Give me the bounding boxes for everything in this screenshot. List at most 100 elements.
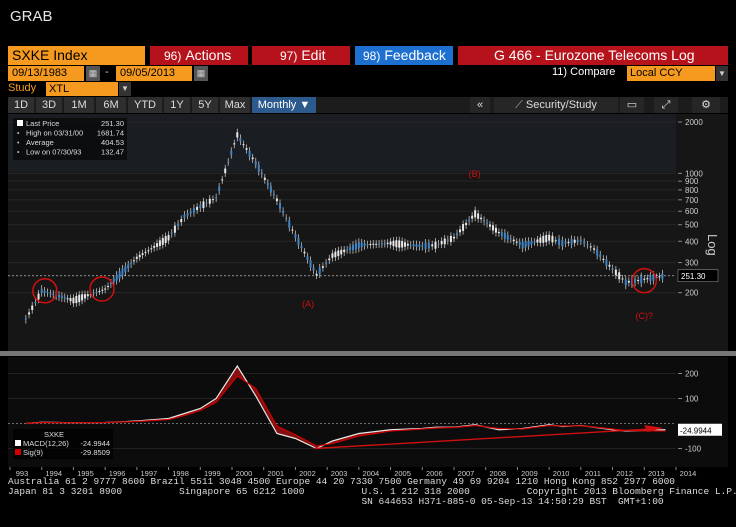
price-candle — [576, 240, 579, 242]
macd-panel: 200 100 -100 SXKE MACD(12,26) -24.9944 Sig(9) -… — [8, 357, 728, 467]
price-candle — [380, 243, 383, 245]
price-chart: 20001000900800700600500400300200LogLast … — [8, 114, 720, 351]
range-5y[interactable]: 5Y — [192, 97, 218, 113]
collapse-button[interactable]: « — [470, 97, 490, 113]
macd-legend-value: -24.9944 — [80, 439, 110, 448]
price-candle — [144, 251, 147, 253]
edit-number: 97) — [280, 49, 298, 63]
currency-select[interactable]: Local CCY — [627, 66, 715, 81]
resize-icon[interactable]: ⤢ — [654, 97, 678, 113]
price-candle — [239, 137, 242, 142]
actions-button[interactable]: 96) Actions — [150, 46, 248, 65]
price-candle — [652, 274, 655, 281]
price-candle — [218, 186, 221, 191]
price-candle — [245, 148, 248, 150]
price-candle — [357, 241, 360, 249]
price-candle — [173, 225, 176, 233]
calendar-icon[interactable]: ▦ — [86, 66, 100, 81]
price-candle — [589, 246, 592, 248]
edit-button[interactable]: 97) Edit — [252, 46, 350, 65]
price-candle — [282, 210, 285, 213]
range-1d[interactable]: 1D — [8, 97, 34, 113]
feedback-label: Feedback — [384, 47, 446, 63]
signal-legend-value: -29.8509 — [80, 448, 110, 457]
price-candle — [257, 164, 260, 172]
panel-divider[interactable] — [0, 351, 736, 356]
legend-last_price-value: 251.30 — [101, 119, 124, 128]
gear-icon[interactable]: ⚙ — [692, 97, 720, 113]
price-candle — [177, 223, 180, 227]
price-candle — [521, 241, 524, 249]
chevron-down-icon[interactable]: ▼ — [119, 82, 131, 96]
range-max[interactable]: Max — [220, 97, 250, 113]
price-candle — [369, 243, 372, 245]
price-candle — [649, 275, 652, 281]
price-candle — [477, 213, 480, 219]
price-tick-label: 500 — [685, 221, 699, 230]
chevron-down-icon[interactable]: ▼ — [716, 66, 728, 81]
price-candle — [161, 237, 164, 245]
price-candle — [605, 259, 608, 266]
range-1y[interactable]: 1Y — [164, 97, 190, 113]
price-candle — [614, 269, 617, 276]
legend-low-label: Low on 07/30/93 — [26, 148, 81, 157]
range-6m[interactable]: 6M — [96, 97, 126, 113]
price-candle — [437, 243, 440, 245]
price-candle — [205, 202, 208, 204]
feedback-button[interactable]: 98) Feedback — [355, 46, 453, 65]
security-study-label: Security/Study — [525, 99, 597, 111]
range-3d[interactable]: 3D — [36, 97, 62, 113]
price-candle — [415, 244, 418, 247]
price-candle — [72, 297, 75, 304]
price-candle — [346, 249, 349, 251]
security-field[interactable]: SXKE Index — [8, 46, 145, 65]
price-candle — [363, 243, 366, 246]
compare-menu[interactable]: 11) Compare — [552, 66, 615, 78]
price-candle — [372, 243, 375, 245]
price-candle — [583, 241, 586, 244]
grab-label: GRAB — [10, 8, 53, 25]
price-candle — [279, 203, 282, 209]
price-candle — [558, 238, 561, 246]
legend-last_price-label: Last Price — [26, 119, 59, 128]
range-1m[interactable]: 1M — [64, 97, 94, 113]
signal-legend-label: Sig(9) — [23, 448, 44, 457]
price-candle — [551, 235, 554, 243]
price-candle — [297, 237, 300, 246]
actions-number: 96) — [164, 49, 182, 63]
frequency-select[interactable]: Monthly ▼ — [252, 97, 316, 113]
price-candle — [46, 292, 49, 294]
price-candle — [92, 292, 95, 294]
annotate-icon[interactable]: ▭ — [620, 97, 644, 113]
price-candle — [118, 271, 121, 279]
price-candle — [208, 198, 211, 204]
macd-legend-label: MACD(12,26) — [23, 439, 69, 448]
price-candle — [634, 279, 637, 283]
price-candle — [474, 210, 477, 218]
price-candle — [43, 290, 46, 293]
price-candle — [421, 245, 424, 247]
price-candle — [167, 234, 170, 241]
price-candle — [312, 267, 315, 271]
end-date-field[interactable]: 09/05/2013 — [116, 66, 192, 81]
range-ytd[interactable]: YTD — [128, 97, 162, 113]
study-field[interactable]: XTL — [46, 82, 118, 96]
price-candle — [354, 243, 357, 250]
price-candle — [227, 161, 230, 163]
price-candle — [627, 280, 630, 283]
price-candle — [658, 276, 661, 278]
price-candle — [643, 278, 646, 280]
price-candle — [98, 291, 101, 293]
security-study-button[interactable]: ⟋ Security/Study — [494, 97, 618, 113]
price-candle — [141, 253, 144, 255]
price-candle — [646, 278, 649, 280]
price-candle — [403, 242, 406, 247]
x-tick-label: 2014 — [680, 469, 697, 477]
signal-line — [25, 375, 666, 447]
price-candle — [533, 241, 536, 243]
calendar-icon[interactable]: ▦ — [194, 66, 208, 81]
price-candle — [52, 293, 55, 295]
start-date-field[interactable]: 09/13/1983 — [8, 66, 84, 81]
price-candle — [542, 235, 545, 243]
price-candle — [130, 262, 133, 265]
